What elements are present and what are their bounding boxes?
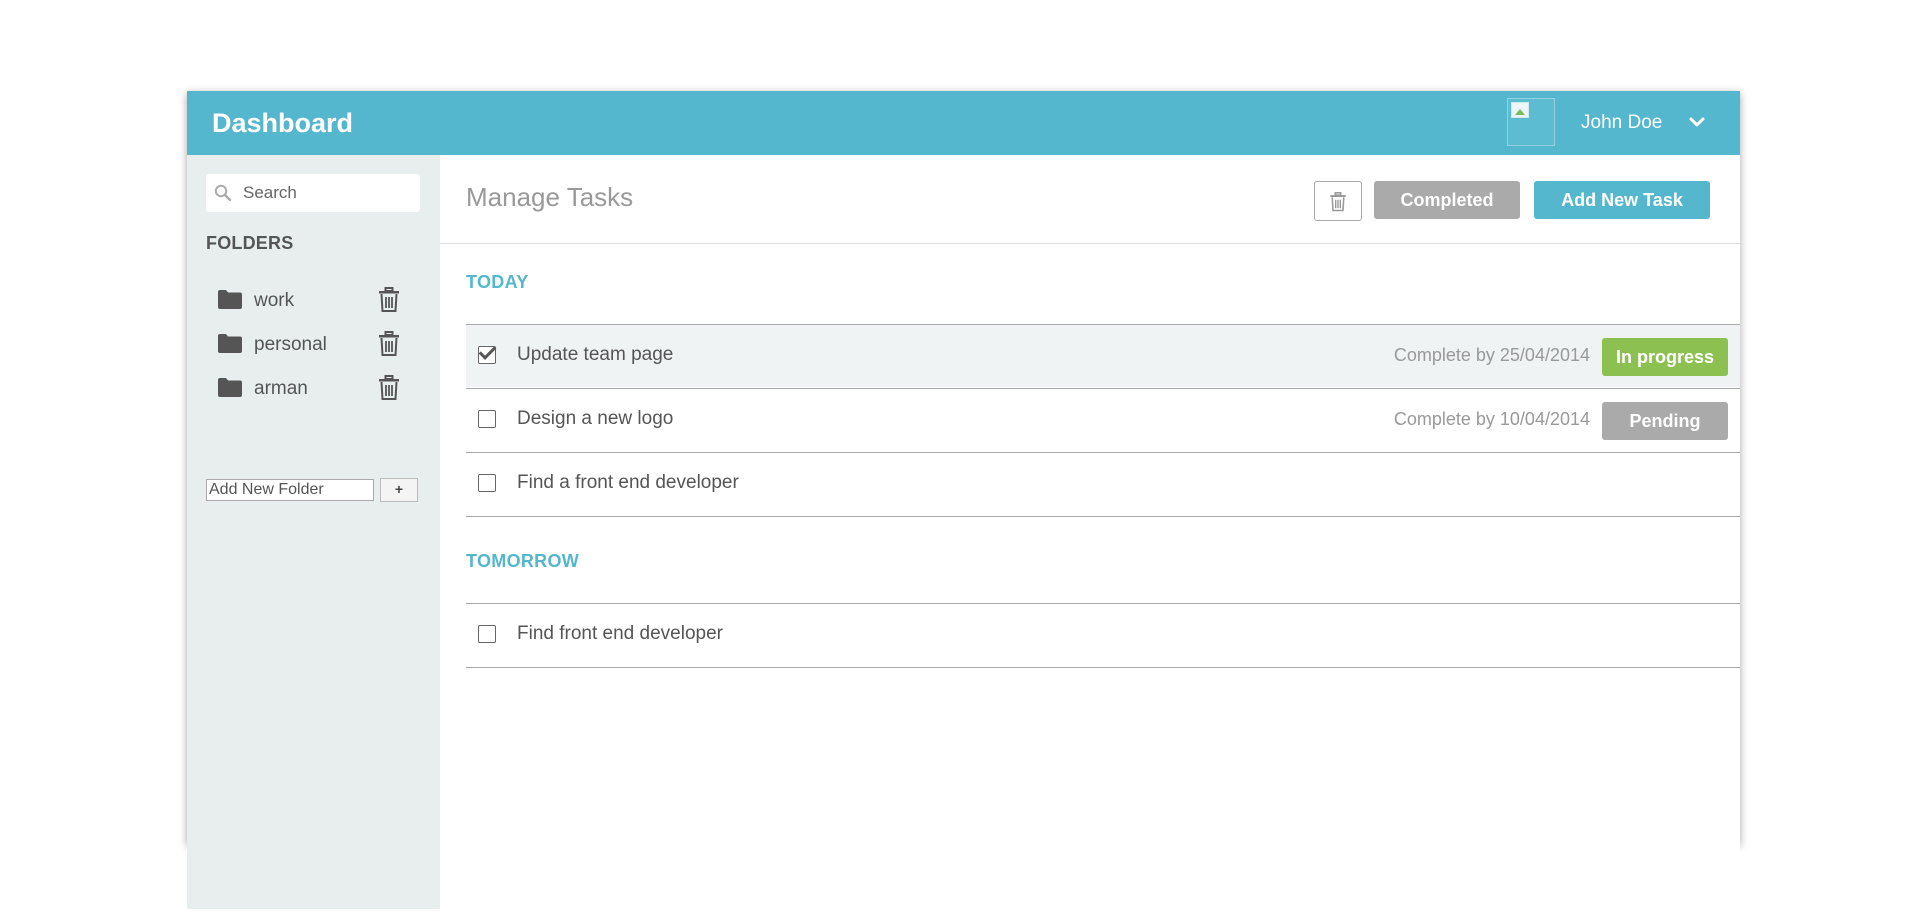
task-checkbox[interactable] bbox=[478, 474, 496, 492]
status-badge[interactable]: In progress bbox=[1602, 338, 1728, 376]
task-row[interactable]: Design a new logo Complete by 10/04/2014… bbox=[466, 388, 1740, 451]
task-name: Update team page bbox=[517, 344, 674, 365]
task-checkbox[interactable] bbox=[478, 410, 496, 428]
task-checkbox[interactable] bbox=[478, 625, 496, 643]
sidebar: FOLDERS work personal bbox=[187, 155, 440, 909]
section-title-tomorrow: TOMORROW bbox=[466, 551, 580, 571]
folder-item-work[interactable]: work bbox=[218, 285, 418, 317]
status-badge[interactable]: Pending bbox=[1602, 402, 1728, 440]
avatar[interactable] bbox=[1507, 98, 1555, 146]
folder-name: arman bbox=[254, 378, 308, 399]
trash-icon[interactable] bbox=[378, 287, 400, 313]
top-header: Dashboard John Doe bbox=[187, 91, 1740, 155]
folder-icon bbox=[218, 378, 242, 397]
divider bbox=[440, 243, 1740, 244]
section-title-today: TODAY bbox=[466, 272, 529, 292]
folder-item-arman[interactable]: arman bbox=[218, 373, 418, 405]
app-window: Dashboard John Doe FOLDERS work bbox=[187, 91, 1740, 909]
due-date: Complete by 10/04/2014 bbox=[1393, 409, 1590, 429]
trash-icon bbox=[1330, 192, 1346, 212]
task-name: Find front end developer bbox=[517, 623, 723, 644]
folder-name: personal bbox=[254, 334, 327, 355]
search-icon bbox=[214, 184, 232, 202]
task-name: Design a new logo bbox=[517, 408, 674, 429]
due-date: Complete by 25/04/2014 bbox=[1393, 345, 1590, 365]
folder-icon bbox=[218, 290, 242, 309]
task-row[interactable]: Update team page Complete by 25/04/2014 … bbox=[466, 324, 1740, 387]
folder-name: work bbox=[254, 290, 295, 311]
delete-button[interactable] bbox=[1314, 181, 1362, 221]
add-folder-button[interactable]: + bbox=[380, 478, 418, 502]
add-folder-input[interactable] bbox=[206, 479, 374, 501]
completed-button[interactable]: Completed bbox=[1374, 181, 1520, 219]
task-checkbox[interactable] bbox=[478, 346, 496, 364]
folders-heading: FOLDERS bbox=[206, 233, 294, 253]
trash-icon[interactable] bbox=[378, 375, 400, 401]
search-box bbox=[206, 174, 420, 212]
folder-item-personal[interactable]: personal bbox=[218, 329, 418, 361]
trash-icon[interactable] bbox=[378, 331, 400, 357]
main-content: Manage Tasks Completed Add New Task TODA… bbox=[440, 155, 1740, 909]
broken-image-icon bbox=[1511, 102, 1529, 118]
add-task-button[interactable]: Add New Task bbox=[1534, 181, 1710, 219]
page-title: Manage Tasks bbox=[466, 182, 634, 212]
app-title: Dashboard bbox=[212, 108, 354, 138]
chevron-down-icon[interactable] bbox=[1688, 113, 1706, 131]
search-input[interactable] bbox=[243, 174, 413, 212]
folder-icon bbox=[218, 334, 242, 353]
task-row[interactable]: Find front end developer bbox=[466, 603, 1740, 668]
user-name[interactable]: John Doe bbox=[1581, 111, 1662, 135]
task-row[interactable]: Find a front end developer bbox=[466, 452, 1740, 517]
task-name: Find a front end developer bbox=[517, 472, 739, 493]
